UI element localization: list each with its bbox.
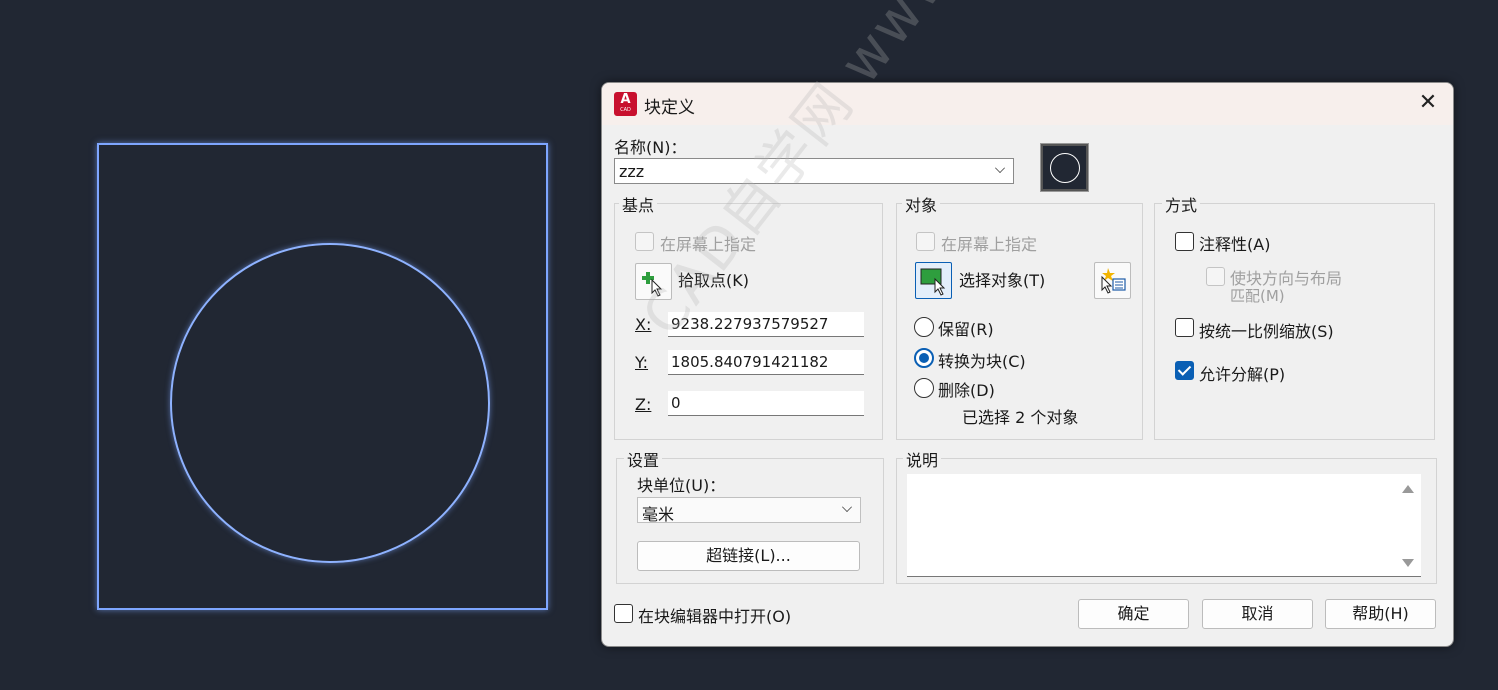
base-specify-on-screen-checkbox[interactable] (635, 232, 654, 251)
match-orientation-checkbox[interactable] (1206, 267, 1225, 286)
ok-button[interactable]: 确定 (1078, 599, 1189, 629)
autocad-app-icon: A CAD (614, 92, 637, 116)
retain-label: 保留(R) (938, 320, 994, 339)
quick-select-icon (1101, 268, 1126, 294)
scroll-down-arrow-icon[interactable] (1402, 559, 1414, 567)
circle-entity[interactable] (170, 243, 490, 563)
dialog-title: 块定义 (644, 98, 695, 118)
objects-specify-on-screen-checkbox[interactable] (916, 232, 935, 251)
match-orientation-label-line2: 匹配(M) (1230, 287, 1285, 305)
scale-uniformly-label: 按统一比例缩放(S) (1199, 322, 1334, 341)
block-unit-value: 毫米 (642, 505, 675, 524)
selected-count-text: 已选择 2 个对象 (962, 408, 1079, 427)
annotative-label: 注释性(A) (1199, 235, 1271, 254)
objects-specify-on-screen-label: 在屏幕上指定 (941, 235, 1038, 254)
preview-circle-icon (1050, 153, 1080, 183)
y-input[interactable]: 1805.840791421182 (668, 350, 864, 375)
description-title: 说明 (903, 447, 942, 471)
description-textarea[interactable] (907, 474, 1421, 577)
chevron-down-icon[interactable] (842, 502, 852, 512)
hyperlink-button[interactable]: 超链接(L)... (637, 541, 860, 571)
objects-title: 对象 (902, 192, 941, 216)
scroll-up-arrow-icon[interactable] (1402, 485, 1414, 493)
base-point-title: 基点 (619, 192, 658, 216)
scale-uniformly-checkbox[interactable] (1175, 318, 1194, 337)
open-in-editor-checkbox[interactable] (614, 604, 633, 623)
quick-select-button[interactable] (1094, 262, 1131, 299)
block-unit-select[interactable]: 毫米 (637, 497, 861, 524)
name-value: zzz (619, 162, 645, 181)
settings-title: 设置 (624, 447, 663, 471)
title-bar: A CAD 块定义 ✕ (602, 83, 1453, 125)
allow-exploding-checkbox[interactable] (1175, 361, 1194, 380)
select-objects-icon (920, 268, 946, 296)
retain-radio[interactable] (914, 317, 934, 337)
select-objects-button[interactable] (915, 262, 952, 299)
close-icon[interactable]: ✕ (1417, 92, 1439, 114)
convert-to-block-radio[interactable] (914, 348, 934, 368)
select-objects-label: 选择对象(T) (959, 271, 1046, 290)
delete-radio[interactable] (914, 378, 934, 398)
delete-label: 删除(D) (938, 381, 995, 400)
z-label: Z: (635, 395, 652, 414)
chevron-down-icon[interactable] (995, 163, 1005, 173)
open-in-editor-label: 在块编辑器中打开(O) (638, 607, 792, 626)
annotative-checkbox[interactable] (1175, 232, 1194, 251)
allow-exploding-label: 允许分解(P) (1199, 365, 1286, 384)
behavior-title: 方式 (1162, 192, 1201, 216)
name-label: 名称(N)： (614, 138, 687, 157)
help-button[interactable]: 帮助(H) (1325, 599, 1436, 629)
y-label: Y: (635, 353, 649, 372)
z-input[interactable]: 0 (668, 391, 864, 416)
convert-to-block-label: 转换为块(C) (938, 352, 1026, 371)
cancel-button[interactable]: 取消 (1202, 599, 1313, 629)
block-unit-label: 块单位(U)： (637, 476, 726, 495)
block-preview (1040, 143, 1089, 192)
